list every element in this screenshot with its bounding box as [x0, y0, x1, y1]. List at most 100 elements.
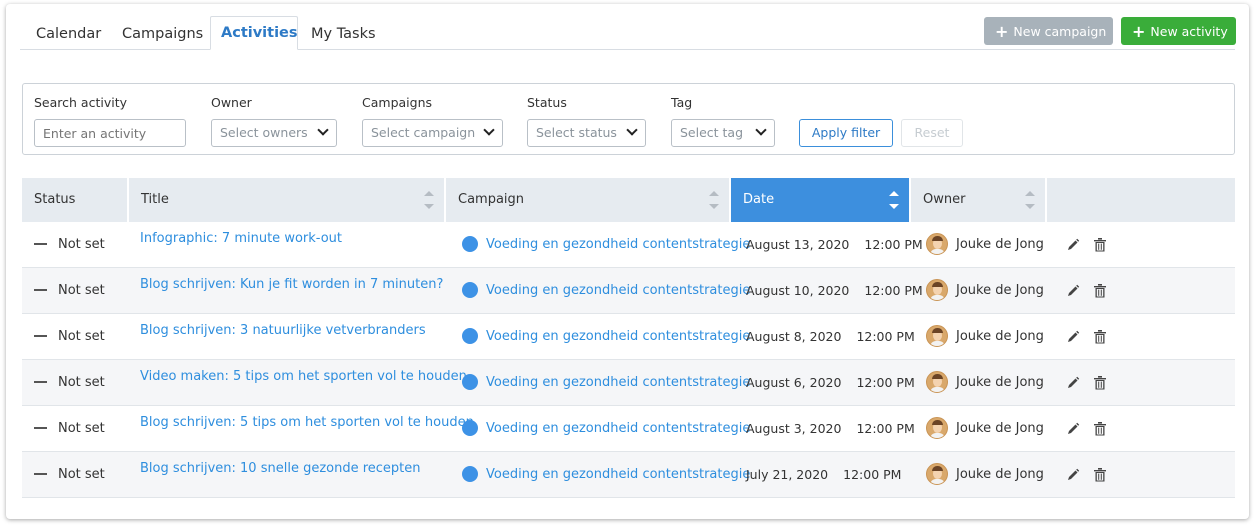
column-status[interactable]: Status: [22, 178, 129, 222]
new-campaign-button[interactable]: + New campaign: [984, 17, 1113, 45]
table-body: Not set Infographic: 7 minute work-out V…: [22, 222, 1235, 498]
owner-cell: Jouke de Jong: [926, 314, 1044, 360]
activity-title-link[interactable]: Blog schrijven: 3 natuurlijke vetverbran…: [140, 308, 426, 354]
campaign-select[interactable]: Select campaign: [362, 119, 503, 147]
time-text: 12:00 PM: [864, 237, 923, 252]
owner-cell: Jouke de Jong: [926, 222, 1044, 268]
campaign-dot-icon: [462, 281, 478, 298]
apply-filter-button[interactable]: Apply filter: [799, 119, 893, 147]
search-activity-label: Search activity: [34, 95, 127, 110]
avatar: [926, 370, 948, 393]
time-text: 12:00 PM: [856, 421, 915, 436]
sort-icon: [709, 191, 719, 209]
tab-activities[interactable]: Activities: [210, 16, 298, 50]
activity-title-link[interactable]: Infographic: 7 minute work-out: [140, 216, 342, 262]
pencil-icon[interactable]: [1066, 376, 1080, 390]
activity-title-link[interactable]: Blog schrijven: 10 snelle gezonde recept…: [140, 446, 421, 492]
filter-panel: Search activity Owner Select owners Camp…: [22, 83, 1235, 155]
chevron-down-icon: [626, 124, 638, 136]
status-text: Not set: [58, 237, 105, 252]
column-owner[interactable]: Owner: [911, 178, 1047, 222]
status-cell: Not set: [34, 314, 105, 360]
campaigns-label: Campaigns: [362, 95, 433, 110]
trash-icon[interactable]: [1094, 283, 1107, 298]
status-cell: Not set: [34, 452, 105, 498]
table-row: Not set Blog schrijven: 10 snelle gezond…: [22, 452, 1235, 498]
campaign-name: Voeding en gezondheid contentstrategie: [486, 375, 751, 390]
activity-title-link[interactable]: Blog schrijven: Kun je fit worden in 7 m…: [140, 262, 443, 308]
date-text: August 3, 2020: [746, 421, 842, 436]
campaign-link[interactable]: Voeding en gezondheid contentstrategie: [462, 268, 750, 314]
time-text: 12:00 PM: [864, 283, 923, 298]
trash-icon[interactable]: [1094, 329, 1107, 344]
activity-title-link[interactable]: Video maken: 5 tips om het sporten vol t…: [140, 354, 467, 400]
dash-icon: [34, 334, 47, 337]
sort-icon: [1025, 191, 1035, 209]
new-activity-button[interactable]: + New activity: [1121, 17, 1236, 45]
owner-name: Jouke de Jong: [956, 421, 1044, 436]
campaign-name: Voeding en gezondheid contentstrategie: [486, 421, 751, 436]
search-activity-input[interactable]: [34, 119, 186, 147]
owner-label: Owner: [211, 95, 252, 110]
owner-cell: Jouke de Jong: [926, 360, 1044, 406]
status-cell: Not set: [34, 268, 105, 314]
row-actions: [1066, 406, 1107, 452]
date-text: August 8, 2020: [746, 329, 842, 344]
trash-icon[interactable]: [1094, 421, 1107, 436]
status-text: Not set: [58, 375, 105, 390]
avatar: [926, 278, 948, 301]
column-title-label: Title: [141, 192, 169, 207]
status-select[interactable]: Select status: [527, 119, 646, 147]
campaign-name: Voeding en gezondheid contentstrategie: [486, 329, 751, 344]
row-actions: [1066, 360, 1107, 406]
trash-icon[interactable]: [1094, 375, 1107, 390]
column-status-label: Status: [34, 192, 76, 207]
campaign-name: Voeding en gezondheid contentstrategie: [486, 467, 751, 482]
tab-campaigns[interactable]: Campaigns: [110, 20, 215, 50]
tag-select-value: Select tag: [680, 125, 744, 140]
row-actions: [1066, 452, 1107, 498]
status-cell: Not set: [34, 406, 105, 452]
date-text: July 21, 2020: [746, 467, 829, 482]
campaign-link[interactable]: Voeding en gezondheid contentstrategie: [462, 406, 750, 452]
pencil-icon[interactable]: [1066, 238, 1080, 252]
column-owner-label: Owner: [923, 192, 966, 207]
trash-icon[interactable]: [1094, 467, 1107, 482]
tab-calendar[interactable]: Calendar: [24, 20, 113, 50]
column-date-label: Date: [743, 192, 775, 207]
pencil-icon[interactable]: [1066, 468, 1080, 482]
campaign-link[interactable]: Voeding en gezondheid contentstrategie: [462, 360, 750, 406]
campaign-link[interactable]: Voeding en gezondheid contentstrategie: [462, 314, 750, 360]
tab-my-tasks[interactable]: My Tasks: [299, 20, 388, 50]
new-activity-label: New activity: [1150, 24, 1228, 39]
column-date[interactable]: Date: [731, 178, 911, 222]
date-cell: August 13, 2020 12:00 PM: [746, 222, 923, 268]
pencil-icon[interactable]: [1066, 422, 1080, 436]
owner-cell: Jouke de Jong: [926, 268, 1044, 314]
pencil-icon[interactable]: [1066, 284, 1080, 298]
campaign-dot-icon: [462, 373, 478, 390]
owner-select[interactable]: Select owners: [211, 119, 337, 147]
reset-button[interactable]: Reset: [901, 119, 963, 147]
dash-icon: [34, 472, 47, 475]
dash-icon: [34, 426, 47, 429]
trash-icon[interactable]: [1094, 237, 1107, 252]
tag-select[interactable]: Select tag: [671, 119, 775, 147]
plus-icon: +: [995, 22, 1009, 41]
campaign-dot-icon: [462, 235, 478, 252]
chevron-down-icon: [755, 124, 767, 136]
campaign-dot-icon: [462, 327, 478, 344]
dash-icon: [34, 288, 47, 291]
campaign-link[interactable]: Voeding en gezondheid contentstrategie: [462, 452, 750, 498]
campaign-name: Voeding en gezondheid contentstrategie: [486, 283, 751, 298]
status-cell: Not set: [34, 222, 105, 268]
activity-title-link[interactable]: Blog schrijven: 5 tips om het sporten vo…: [140, 400, 474, 446]
chevron-down-icon: [483, 124, 495, 136]
pencil-icon[interactable]: [1066, 330, 1080, 344]
tab-bar: Calendar Campaigns Activities My Tasks +…: [6, 4, 1249, 53]
owner-cell: Jouke de Jong: [926, 406, 1044, 452]
campaign-link[interactable]: Voeding en gezondheid contentstrategie: [462, 222, 750, 268]
column-campaign[interactable]: Campaign: [446, 178, 731, 222]
campaign-dot-icon: [462, 419, 478, 436]
owner-cell: Jouke de Jong: [926, 452, 1044, 498]
